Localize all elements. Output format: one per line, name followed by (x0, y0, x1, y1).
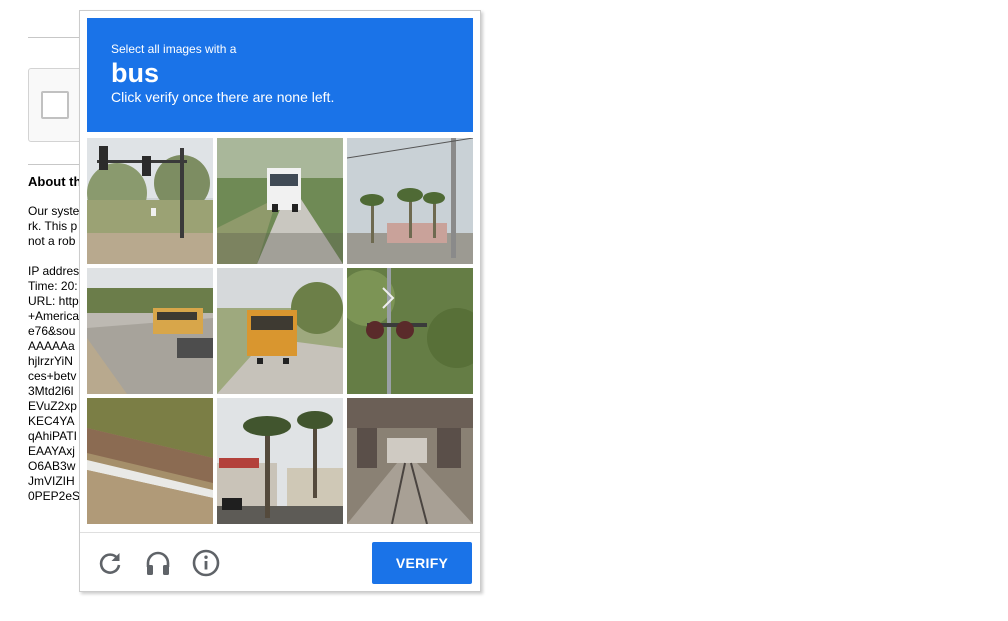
challenge-header: Select all images with a bus Click verif… (87, 18, 473, 132)
reload-button[interactable] (95, 548, 125, 578)
image-tile-5[interactable] (217, 268, 343, 394)
tile-5-image (217, 268, 343, 394)
captcha-challenge-dialog: Select all images with a bus Click verif… (79, 10, 481, 592)
audio-challenge-button[interactable] (143, 548, 173, 578)
tile-9-image (347, 398, 473, 524)
info-icon (192, 549, 220, 577)
image-tile-7[interactable] (87, 398, 213, 524)
tile-2-image (217, 138, 343, 264)
headphones-icon (146, 551, 170, 575)
challenge-instruction: Click verify once there are none left. (111, 89, 335, 105)
challenge-footer: VERIFY (80, 532, 480, 592)
image-tile-9[interactable] (347, 398, 473, 524)
tile-3-image (347, 138, 473, 264)
help-button[interactable] (191, 548, 221, 578)
tile-1-image (87, 138, 213, 264)
tile-4-image (87, 268, 213, 394)
verify-button[interactable]: VERIFY (372, 542, 472, 584)
image-tile-1[interactable] (87, 138, 213, 264)
image-tile-2[interactable] (217, 138, 343, 264)
image-tile-6[interactable] (347, 268, 473, 394)
tile-7-image (87, 398, 213, 524)
image-tile-3[interactable] (347, 138, 473, 264)
image-tile-8[interactable] (217, 398, 343, 524)
challenge-target: bus (111, 58, 160, 88)
recaptcha-checkbox[interactable] (41, 91, 69, 119)
challenge-intro: Select all images with a (111, 42, 237, 56)
image-tile-4[interactable] (87, 268, 213, 394)
image-grid (87, 138, 473, 524)
tile-6-image (347, 268, 473, 394)
tile-8-image (217, 398, 343, 524)
reload-icon (99, 553, 121, 574)
